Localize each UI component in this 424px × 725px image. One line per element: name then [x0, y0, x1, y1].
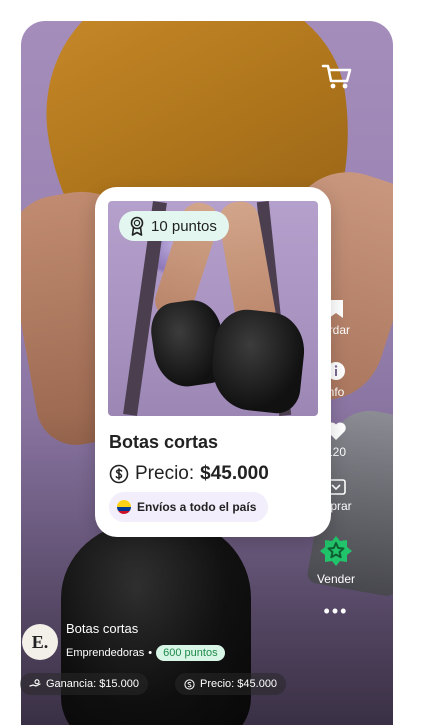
- points-badge: 10 puntos: [119, 211, 229, 241]
- shipping-badge: Envíos a todo el país: [109, 492, 269, 522]
- vendor-points-badge: 600 puntos: [156, 645, 225, 661]
- vendor-line: Emprendedoras • 600 puntos: [66, 645, 225, 661]
- sell-action[interactable]: Vender: [301, 534, 371, 586]
- sell-star-icon: [320, 536, 352, 566]
- colombia-flag-icon: [117, 500, 131, 514]
- vendor-store-name[interactable]: Emprendedoras: [66, 647, 144, 659]
- more-icon: •••: [323, 601, 349, 621]
- product-title: Botas cortas: [109, 432, 219, 452]
- price-row: Precio: $45.000: [109, 463, 269, 485]
- avatar-letter: E.: [31, 631, 49, 652]
- cart-icon[interactable]: [321, 63, 353, 91]
- dollar-icon: [109, 464, 129, 484]
- product-card[interactable]: 10 puntos Botas cortas Precio: $45.000 E…: [95, 187, 331, 537]
- vendor-avatar[interactable]: E.: [22, 624, 58, 660]
- award-icon: [130, 216, 144, 236]
- image-boot: [208, 306, 308, 416]
- price-value: $45.000: [200, 463, 269, 484]
- more-options-button[interactable]: •••: [301, 601, 371, 622]
- vendor-product-name: Botas cortas: [66, 621, 139, 636]
- price-chip: Precio: $45.000: [175, 673, 287, 695]
- price-chip-label: Precio: $45.000: [200, 678, 278, 690]
- price-label: Precio:: [135, 463, 195, 484]
- vendor-separator: •: [148, 647, 153, 659]
- shipping-label: Envíos a todo el país: [137, 500, 257, 514]
- hand-coin-icon: [29, 679, 41, 687]
- gain-label: Ganancia: $15.000: [46, 678, 139, 690]
- sell-label: Vender: [316, 572, 356, 586]
- gain-chip: Ganancia: $15.000: [20, 673, 148, 695]
- dollar-icon: [184, 678, 195, 690]
- points-badge-label: 10 puntos: [151, 217, 217, 235]
